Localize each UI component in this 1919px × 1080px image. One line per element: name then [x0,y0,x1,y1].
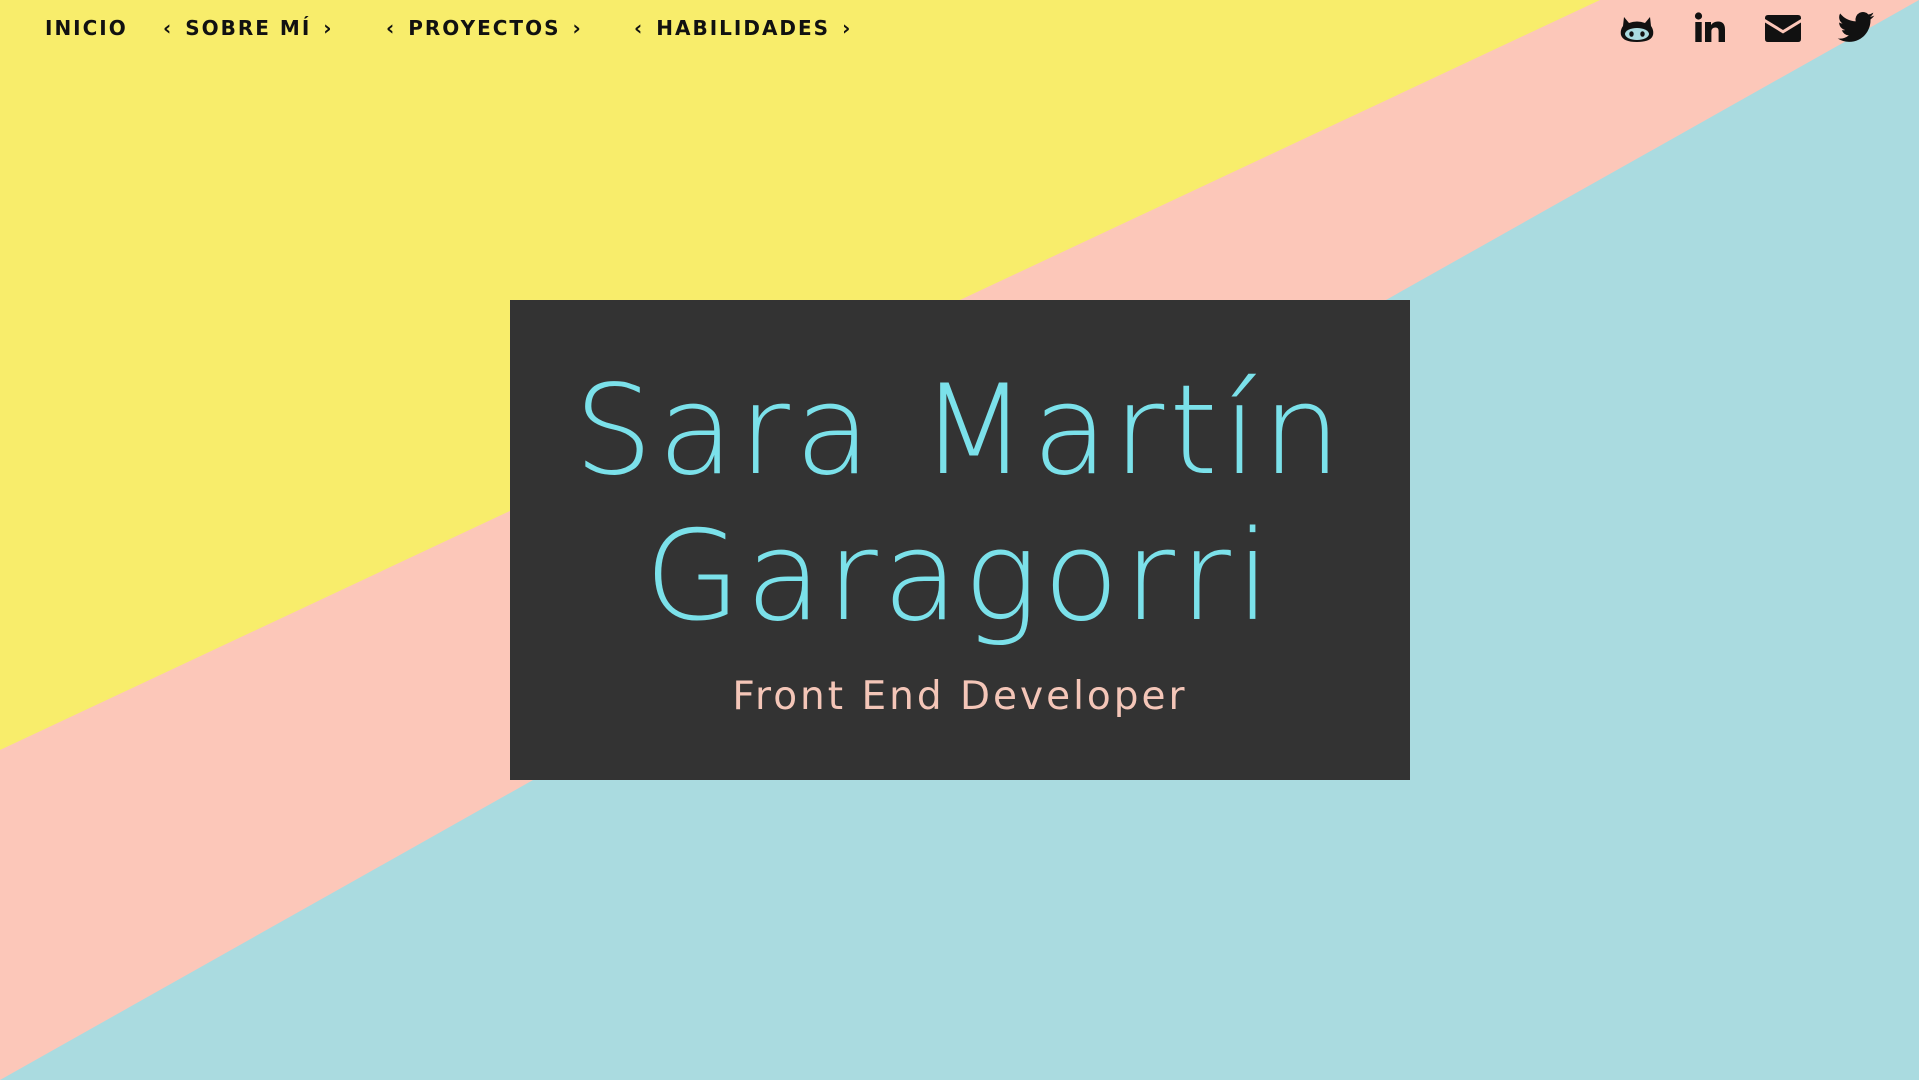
nav-item-label: SOBRE MÍ [185,16,312,40]
nav-item-sobre-mi[interactable]: ‹ SOBRE MÍ › [163,12,332,44]
github-icon [1620,17,1654,42]
nav-item-label: HABILIDADES [656,16,831,40]
hero-name: Sara Martín Garagorri [510,358,1410,650]
chevron-right-icon: › [572,16,581,40]
chevron-left-icon: ‹ [386,16,395,40]
hero-name-line2: Garagorri [644,505,1276,649]
nav-item-habilidades[interactable]: ‹ HABILIDADES › [634,12,850,44]
github-link[interactable] [1617,8,1657,48]
hero-role: Front End Developer [732,674,1188,719]
linkedin-link[interactable] [1690,8,1730,48]
email-icon [1765,15,1801,42]
top-nav: INICIO ‹ SOBRE MÍ › ‹ PROYECTOS › ‹ HABILIDAD… [0,0,1919,56]
chevron-left-icon: ‹ [634,16,643,40]
page: INICIO ‹ SOBRE MÍ › ‹ PROYECTOS › ‹ HABILIDAD… [0,0,1919,1080]
chevron-left-icon: ‹ [163,16,172,40]
chevron-right-icon: › [323,16,332,40]
email-link[interactable] [1763,8,1803,48]
nav-item-label: INICIO [45,16,128,40]
twitter-link[interactable] [1836,8,1876,48]
linkedin-icon [1694,12,1725,42]
nav-item-label: PROYECTOS [408,16,561,40]
nav-item-proyectos[interactable]: ‹ PROYECTOS › [386,12,581,44]
chevron-right-icon: › [842,16,851,40]
twitter-icon [1837,12,1875,42]
hero-card: Sara Martín Garagorri Front End Develope… [510,300,1410,780]
nav-item-inicio[interactable]: INICIO [45,12,128,44]
hero-name-line1: Sara Martín [574,359,1346,503]
